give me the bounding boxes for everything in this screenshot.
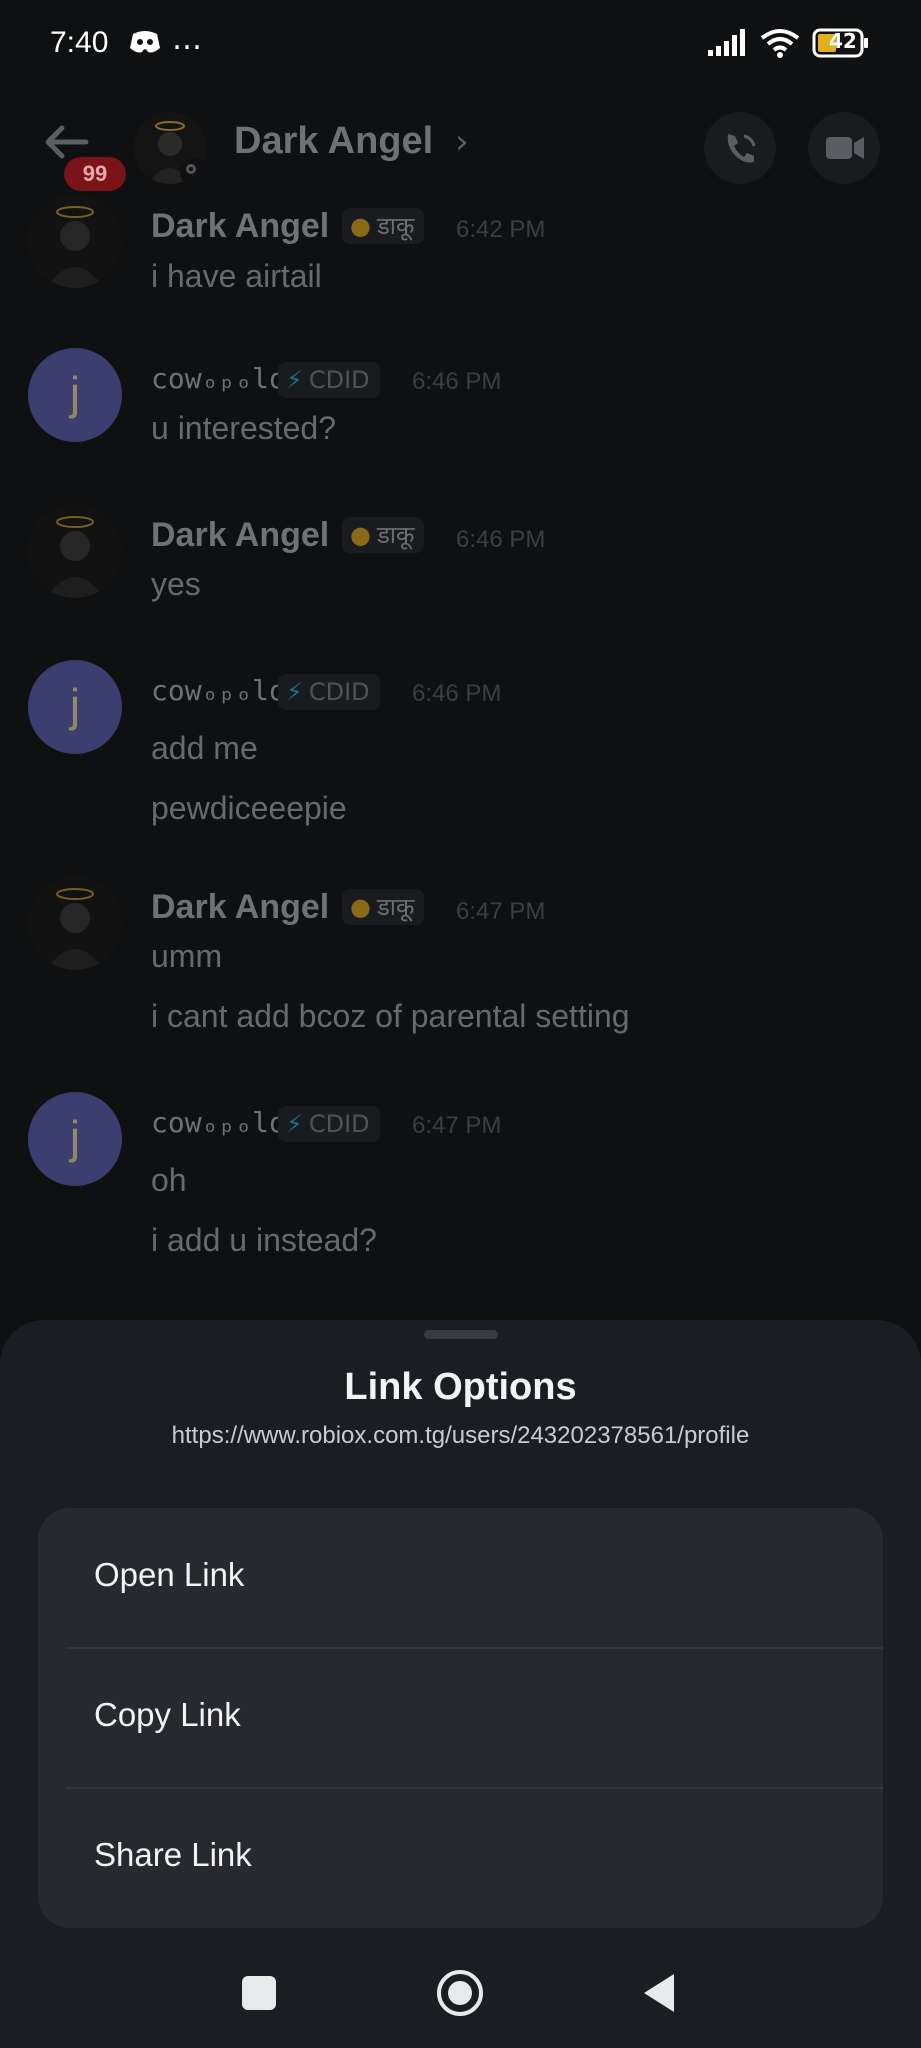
system-nav-bar [0, 1940, 921, 2048]
square-icon [242, 1976, 276, 2010]
open-link-button[interactable]: Open Link [38, 1508, 883, 1648]
drag-handle[interactable] [424, 1330, 498, 1339]
copy-link-button[interactable]: Copy Link [38, 1648, 883, 1788]
recents-button[interactable] [232, 1966, 286, 2020]
share-link-button[interactable]: Share Link [38, 1788, 883, 1928]
circle-icon [437, 1970, 483, 2016]
link-options-sheet: Link Options https://www.robiox.com.tg/u… [0, 1320, 921, 1940]
option-label: Copy Link [94, 1696, 241, 1733]
option-label: Open Link [94, 1556, 245, 1593]
option-label: Share Link [94, 1836, 252, 1873]
link-url: https://www.robiox.com.tg/users/24320237… [171, 1422, 750, 1449]
back-button[interactable] [634, 1966, 688, 2020]
options-group: Open Link Copy Link Share Link [38, 1508, 883, 1928]
sheet-title: Link Options [344, 1366, 577, 1408]
triangle-back-icon [644, 1974, 674, 2012]
home-button[interactable] [433, 1966, 487, 2020]
